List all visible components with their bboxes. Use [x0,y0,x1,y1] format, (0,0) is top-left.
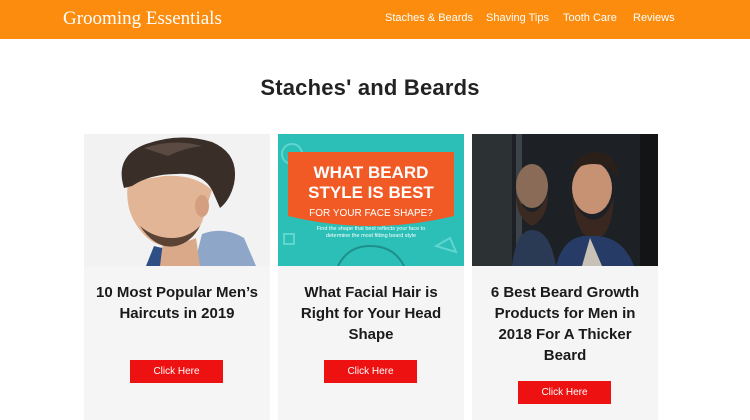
click-here-button[interactable]: Click Here [518,381,611,404]
graphic-banner: FOR YOUR FACE SHAPE? [309,208,433,219]
site-header: Grooming Essentials Staches & Beards Sha… [0,0,750,39]
nav-item-shaving-tips[interactable]: Shaving Tips [486,12,549,24]
man-haircut-photo[interactable] [84,134,270,266]
graphic-headline-1: WHAT BEARD [314,163,429,182]
click-here-button[interactable]: Click Here [324,360,417,383]
bearded-man-mirror-photo[interactable] [472,134,658,266]
graphic-caption-2: determine the most fitting beard style [326,233,416,239]
card-title[interactable]: What Facial Hair is Right for Your Head … [286,282,456,345]
article-card-facial-hair: WHAT BEARD STYLE IS BEST FOR YOUR FACE S… [278,134,464,420]
article-card-beard-growth: 6 Best Beard Growth Products for Men in … [472,134,658,420]
beard-style-graphic[interactable]: WHAT BEARD STYLE IS BEST FOR YOUR FACE S… [278,134,464,266]
nav-item-reviews[interactable]: Reviews [633,12,675,24]
page-title: Staches' and Beards [260,75,480,100]
click-here-button[interactable]: Click Here [130,360,223,383]
card-title[interactable]: 6 Best Beard Growth Products for Men in … [480,282,650,366]
card-title[interactable]: 10 Most Popular Men’s Haircuts in 2019 [92,282,262,324]
nav-item-tooth-care[interactable]: Tooth Care [563,12,617,24]
main-nav: Staches & Beards Shaving Tips Tooth Care… [0,12,750,28]
nav-item-staches-beards[interactable]: Staches & Beards [385,12,473,24]
graphic-caption-1: Find the shape that best reflects your f… [317,226,426,232]
article-card-haircuts: 10 Most Popular Men’s Haircuts in 2019 C… [84,134,270,420]
graphic-headline-2: STYLE IS BEST [308,183,434,202]
